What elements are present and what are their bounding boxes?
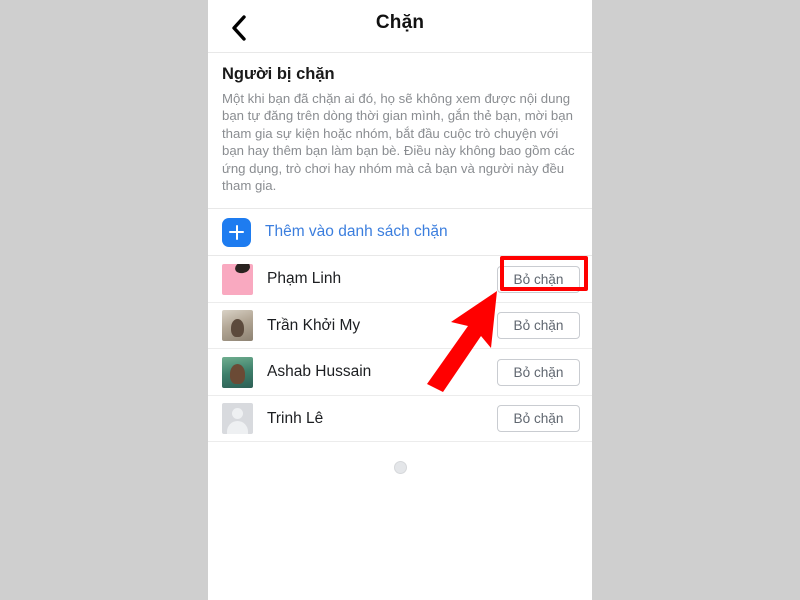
- loading-area: [208, 442, 592, 493]
- table-row[interactable]: Phạm Linh Bỏ chặn: [208, 256, 592, 303]
- plus-square-icon: [222, 217, 251, 247]
- unblock-button[interactable]: Bỏ chặn: [497, 265, 580, 293]
- unblock-button[interactable]: Bỏ chặn: [497, 358, 580, 386]
- table-row[interactable]: Trinh Lê Bỏ chặn: [208, 395, 592, 443]
- table-row[interactable]: Ashab Hussain Bỏ chặn: [208, 349, 592, 396]
- section-title: Người bị chặn: [222, 65, 335, 83]
- add-to-block-list-label: Thêm vào danh sách chặn: [265, 223, 448, 241]
- avatar: [222, 356, 253, 388]
- user-name: Trinh Lê: [267, 409, 324, 427]
- avatar: [222, 403, 253, 435]
- loading-dot-icon: [393, 460, 407, 474]
- table-row[interactable]: Trần Khởi My Bỏ chặn: [208, 302, 592, 350]
- screenshot-canvas: Chặn Người bị chặn Một khi bạn đã chặn a…: [0, 0, 800, 600]
- user-name: Phạm Linh: [267, 270, 342, 288]
- user-name: Trần Khởi My: [267, 316, 361, 334]
- unblock-button[interactable]: Bỏ chặn: [497, 405, 580, 433]
- section-description: Một khi bạn đã chặn ai đó, họ sẽ không x…: [222, 91, 575, 194]
- user-name: Ashab Hussain: [267, 363, 372, 381]
- avatar: [222, 263, 253, 295]
- unblock-button[interactable]: Bỏ chặn: [497, 312, 580, 340]
- blocked-people-section: Người bị chặn Một khi bạn đã chặn ai đó,…: [208, 53, 592, 210]
- add-to-block-list-row[interactable]: Thêm vào danh sách chặn: [208, 209, 592, 257]
- navigation-bar: Chặn: [208, 0, 592, 53]
- phone-screen: Chặn Người bị chặn Một khi bạn đã chặn a…: [208, 0, 592, 600]
- page-title: Chặn: [375, 12, 425, 33]
- avatar: [222, 310, 253, 342]
